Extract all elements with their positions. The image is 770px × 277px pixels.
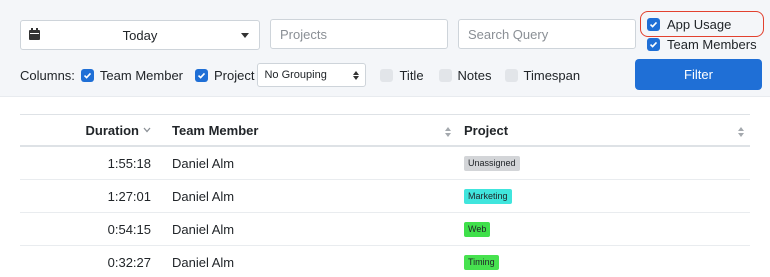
project-cell: Web bbox=[464, 213, 491, 245]
team-member-cell: Daniel Alm bbox=[172, 188, 235, 204]
project-header-label: Project bbox=[464, 122, 509, 138]
column-project-option[interactable]: Project bbox=[195, 68, 254, 83]
chevron-down-icon bbox=[143, 127, 151, 133]
sort-icon[interactable] bbox=[738, 127, 744, 137]
table-row[interactable]: 0:32:27 Daniel Alm Timing bbox=[20, 246, 750, 277]
column-timespan-checkbox[interactable] bbox=[504, 68, 518, 82]
project-badge: Web bbox=[464, 221, 491, 237]
checkmark-icon bbox=[649, 21, 658, 28]
column-notes-label: Notes bbox=[457, 67, 492, 83]
column-timespan-option[interactable]: Timespan bbox=[504, 67, 581, 83]
duration-cell: 1:55:18 bbox=[107, 155, 151, 171]
app-usage-option[interactable]: App Usage bbox=[647, 17, 731, 32]
date-range-select[interactable]: Today bbox=[20, 20, 260, 50]
column-team-member-option[interactable]: Team Member bbox=[80, 67, 183, 83]
search-query-input[interactable] bbox=[459, 20, 635, 48]
table-row[interactable]: 0:54:15 Daniel Alm Web bbox=[20, 213, 750, 246]
team-member-cell: Daniel Alm bbox=[172, 155, 235, 171]
checkmark-icon bbox=[197, 72, 206, 79]
grouping-select[interactable]: No Grouping bbox=[257, 63, 367, 87]
team-members-option[interactable]: Team Members bbox=[647, 37, 757, 52]
date-range-value: Today bbox=[122, 27, 158, 43]
search-query-field bbox=[458, 19, 636, 49]
project-column-header[interactable]: Project bbox=[464, 115, 508, 145]
column-title-checkbox[interactable] bbox=[380, 68, 394, 82]
project-cell: Unassigned bbox=[464, 147, 520, 179]
column-project-label: Project bbox=[214, 67, 255, 83]
team-member-cell: Daniel Alm bbox=[172, 254, 235, 270]
duration-cell: 1:27:01 bbox=[107, 188, 151, 204]
app-usage-checkbox[interactable] bbox=[647, 18, 660, 31]
duration-header-label: Duration bbox=[85, 122, 139, 138]
columns-label: Columns: bbox=[20, 67, 75, 83]
team-member-cell: Daniel Alm bbox=[172, 221, 235, 237]
projects-input[interactable] bbox=[271, 20, 447, 48]
column-team-member-checkbox[interactable] bbox=[80, 68, 94, 82]
column-project-checkbox[interactable] bbox=[195, 68, 208, 82]
column-team-member-label: Team Member bbox=[99, 67, 183, 83]
table-header: Duration Team Member Project bbox=[20, 114, 750, 147]
filter-panel: Today App Usage Team Members Columns: Te… bbox=[0, 0, 770, 97]
team-members-checkbox[interactable] bbox=[647, 38, 660, 51]
projects-field bbox=[270, 19, 448, 49]
column-notes-checkbox[interactable] bbox=[438, 68, 452, 82]
results-table: Duration Team Member Project 1:55:18 Dan… bbox=[20, 114, 750, 277]
columns-row: Columns: Team Member Project No Grouping… bbox=[20, 63, 581, 87]
grouping-value: No Grouping bbox=[264, 69, 327, 81]
project-cell: Marketing bbox=[464, 180, 512, 212]
team-member-header-label: Team Member bbox=[172, 122, 259, 138]
filter-button[interactable]: Filter bbox=[635, 59, 762, 90]
project-cell: Timing bbox=[464, 246, 499, 277]
duration-cell: 0:54:15 bbox=[107, 221, 151, 237]
project-badge: Marketing bbox=[464, 188, 512, 204]
project-badge: Unassigned bbox=[464, 155, 520, 171]
table-row[interactable]: 1:27:01 Daniel Alm Marketing bbox=[20, 180, 750, 213]
checkmark-icon bbox=[83, 72, 92, 79]
duration-column-header[interactable]: Duration bbox=[20, 115, 151, 145]
select-arrows-icon bbox=[353, 70, 360, 80]
column-notes-option[interactable]: Notes bbox=[438, 67, 492, 83]
table-row[interactable]: 1:55:18 Daniel Alm Unassigned bbox=[20, 147, 750, 180]
caret-down-icon bbox=[241, 33, 249, 38]
team-members-label: Team Members bbox=[667, 37, 757, 52]
checkmark-icon bbox=[649, 41, 658, 48]
project-badge: Timing bbox=[464, 254, 499, 270]
team-member-column-header[interactable]: Team Member bbox=[172, 115, 258, 145]
app-usage-label: App Usage bbox=[667, 17, 732, 32]
column-title-label: Title bbox=[399, 67, 424, 83]
column-title-option[interactable]: Title bbox=[380, 67, 424, 83]
sort-icon[interactable] bbox=[445, 127, 451, 137]
duration-cell: 0:32:27 bbox=[107, 254, 151, 270]
column-timespan-label: Timespan bbox=[523, 67, 581, 83]
